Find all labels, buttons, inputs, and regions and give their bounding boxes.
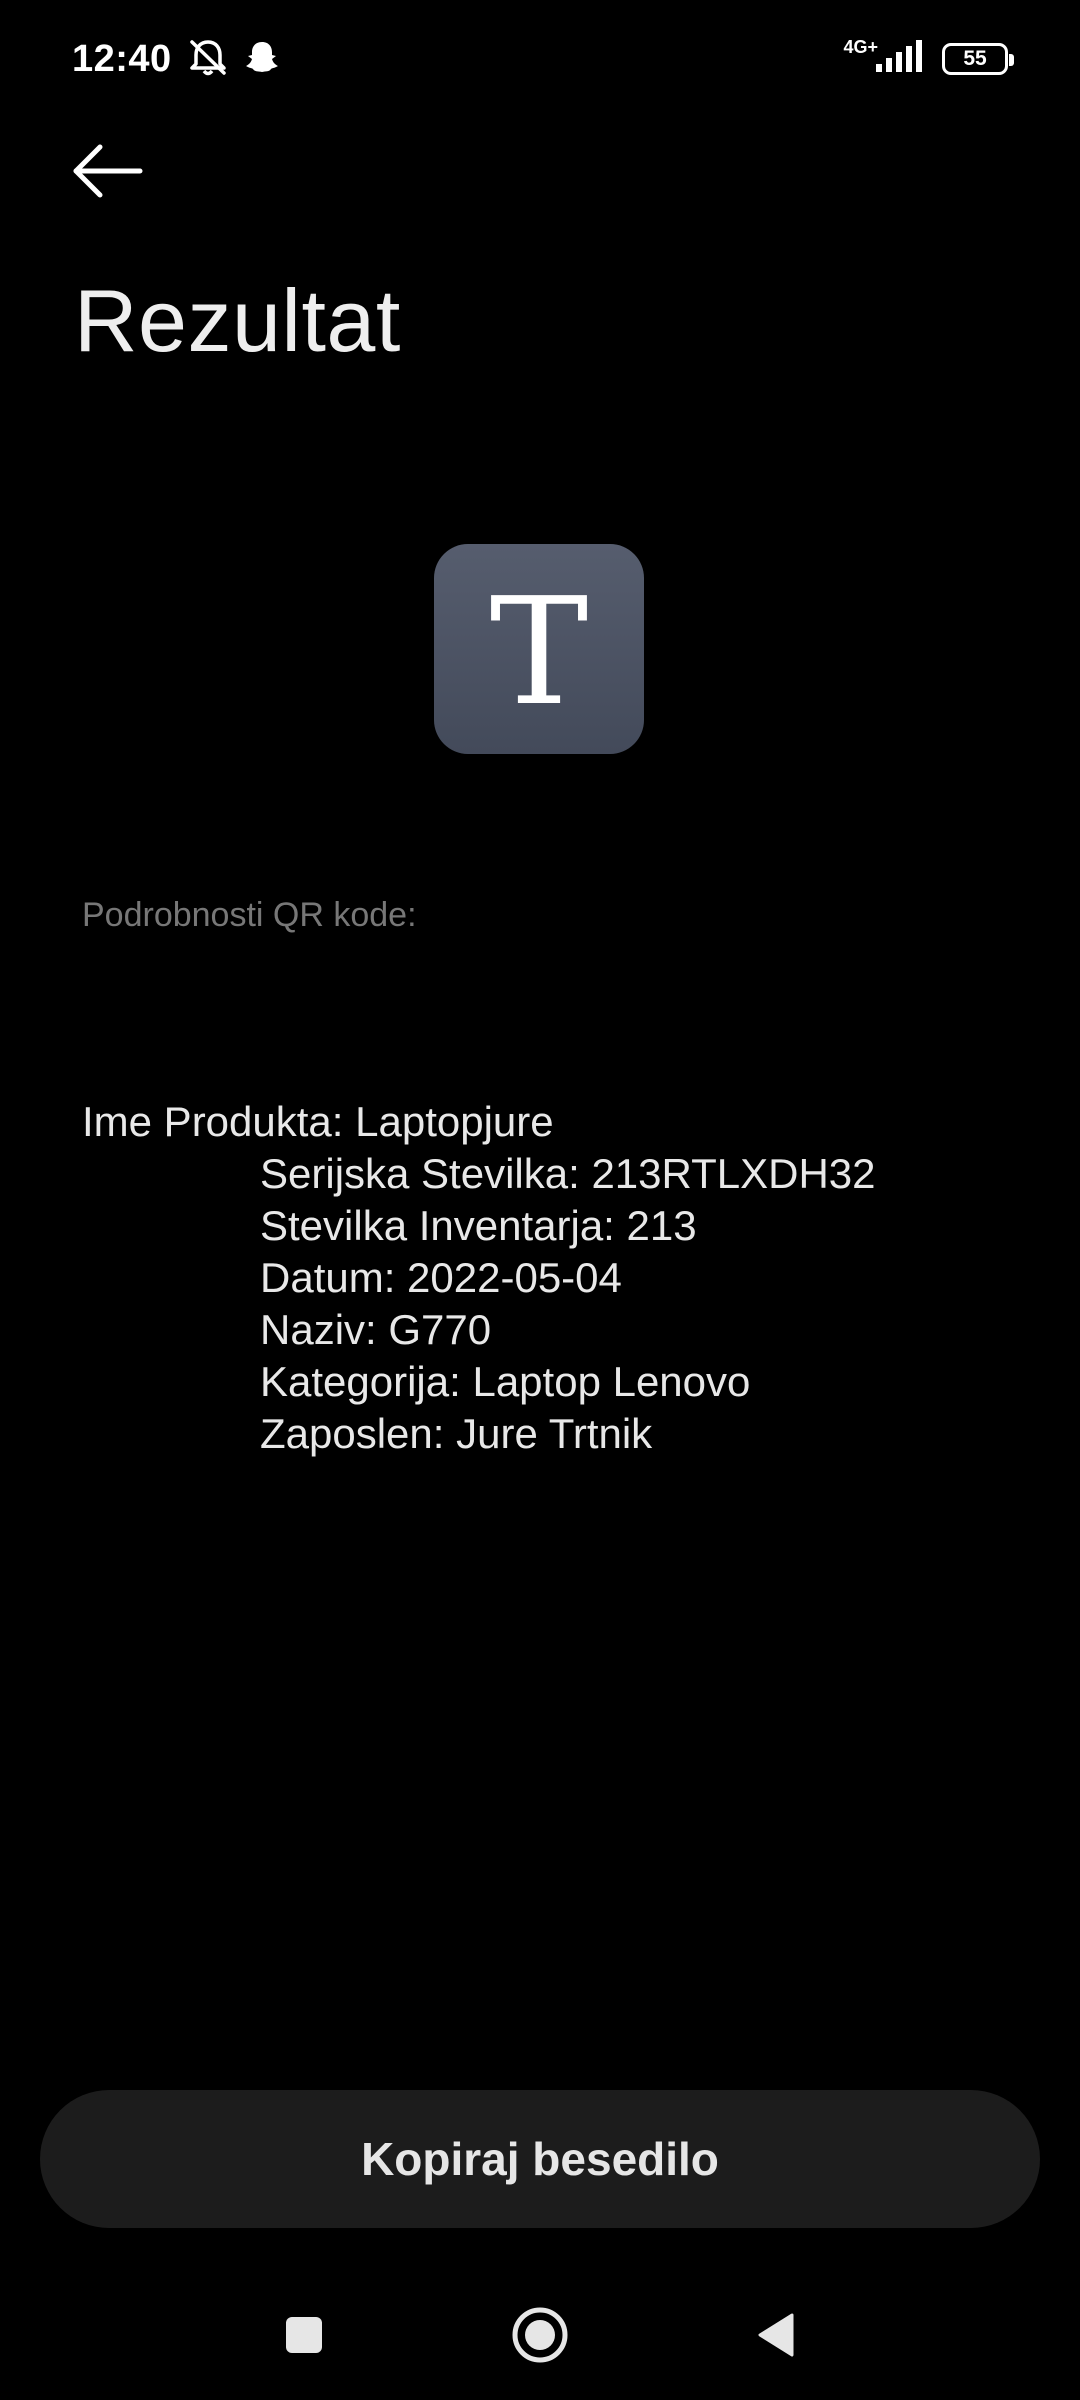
- signal-icon: [874, 39, 926, 79]
- system-nav-bar: [0, 2290, 1080, 2380]
- detail-line: Naziv: G770: [260, 1306, 492, 1353]
- detail-line: Datum: 2022-05-04: [260, 1254, 622, 1301]
- status-time: 12:40: [72, 37, 172, 80]
- home-button[interactable]: [506, 2290, 574, 2380]
- home-circle-icon: [512, 2307, 568, 2363]
- back-button[interactable]: [70, 140, 146, 202]
- system-back-button[interactable]: [752, 2290, 800, 2380]
- detail-line: Serijska Stevilka: 213RTLXDH32: [260, 1150, 876, 1197]
- qr-details-text: Ime Produkta: Laptopjure Serijska Stevil…: [82, 1096, 876, 1460]
- recents-square-icon: [286, 2317, 322, 2353]
- status-right: 4G+ 55: [843, 36, 1014, 79]
- text-type-glyph: T: [489, 566, 589, 738]
- copy-text-button[interactable]: Kopiraj besedilo: [40, 2090, 1040, 2228]
- network-label: 4G+: [843, 36, 878, 57]
- detail-line: Stevilka Inventarja: 213: [260, 1202, 697, 1249]
- notifications-muted-icon: [186, 37, 230, 82]
- back-triangle-icon: [758, 2313, 794, 2357]
- battery-level: 55: [963, 47, 987, 70]
- status-bar: 12:40 4G+ 55: [0, 0, 1080, 118]
- battery-icon: 55: [942, 43, 1014, 75]
- back-arrow-icon: [73, 144, 143, 198]
- page-title: Rezultat: [74, 271, 401, 370]
- qr-details-label: Podrobnosti QR kode:: [82, 896, 417, 934]
- copy-text-label: Kopiraj besedilo: [361, 2133, 719, 2185]
- detail-line: Kategorija: Laptop Lenovo: [260, 1358, 751, 1405]
- qr-result-screen: 12:40 4G+ 55 Rezultat T Podrobnosti QR k…: [0, 0, 1080, 2400]
- snapchat-ghost-icon: [244, 39, 280, 80]
- recents-button[interactable]: [276, 2290, 332, 2380]
- detail-line: Ime Produkta: Laptopjure: [82, 1098, 554, 1145]
- status-left: 12:40: [72, 37, 280, 82]
- detail-line: Zaposlen: Jure Trtnik: [260, 1410, 653, 1457]
- text-type-icon: T: [434, 544, 644, 754]
